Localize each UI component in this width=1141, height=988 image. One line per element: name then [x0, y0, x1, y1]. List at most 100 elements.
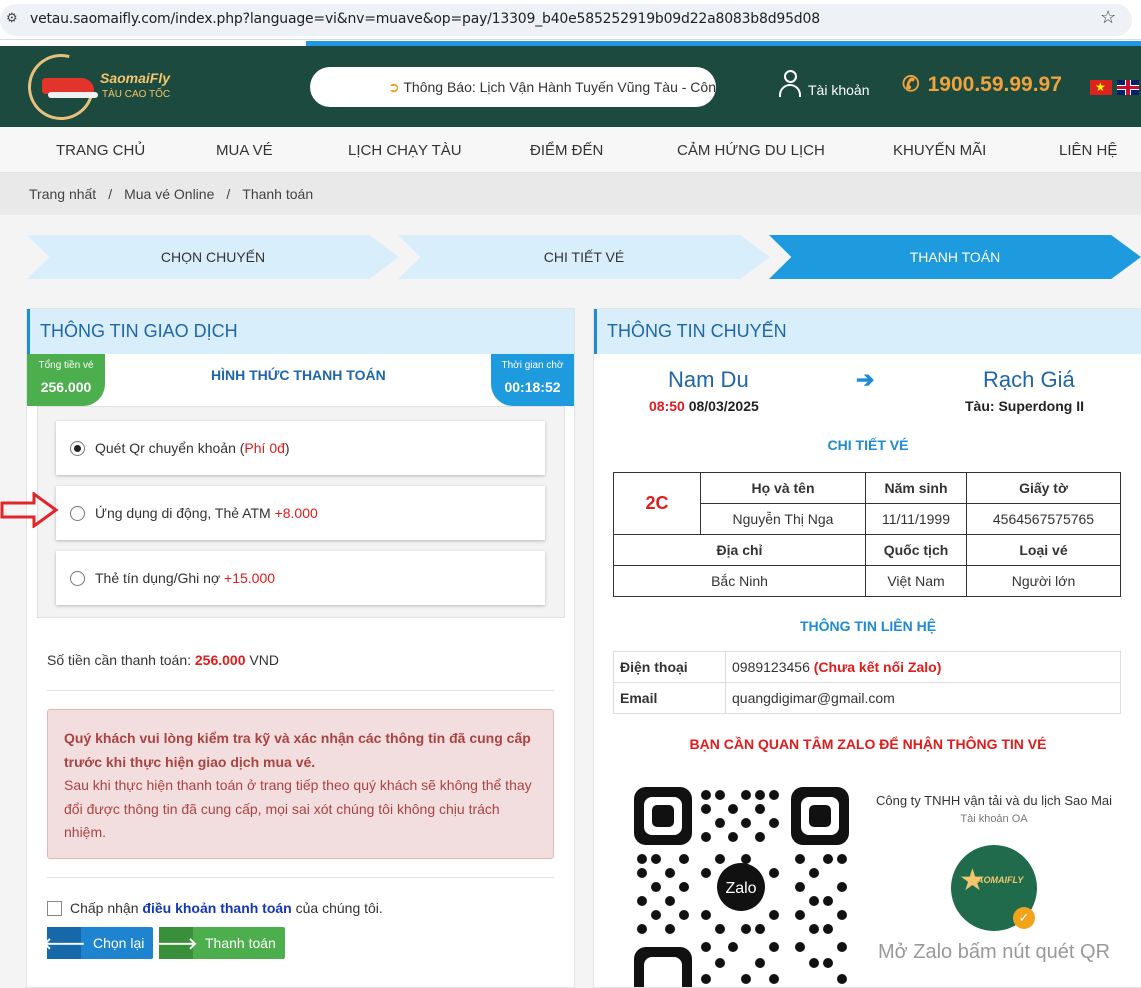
option-mobile-atm[interactable]: Ứng dụng di động, Thẻ ATM +8.000	[56, 486, 545, 540]
pay-label: Thanh toán	[205, 935, 276, 951]
hotline[interactable]: ✆ 1900.59.99.97	[902, 72, 1062, 97]
option-fee: +8.000	[274, 505, 318, 521]
step-label: THANH TOÁN	[909, 249, 1001, 265]
passenger-birth: 11/11/1999	[865, 503, 967, 535]
flag-uk-icon[interactable]	[1117, 80, 1139, 95]
account-label: Tài khoản	[808, 82, 870, 98]
zalo-follow-note: BẠN CẦN QUAN TÂM ZALO ĐỂ NHẬN THÔNG TIN …	[689, 736, 1047, 752]
divider	[47, 877, 554, 878]
nav-destinations[interactable]: ĐIỂM ĐẾN	[530, 142, 603, 159]
radio-qr[interactable]	[70, 441, 85, 456]
nav-promotions[interactable]: KHUYẾN MÃI	[893, 142, 986, 159]
radio-credit-card[interactable]	[70, 571, 85, 586]
terms-link[interactable]: điều khoản thanh toán	[142, 900, 291, 916]
ship-name: Tàu: Superdong II	[965, 398, 1084, 414]
step-choose-trip: CHỌN CHUYẾN	[27, 235, 399, 279]
passenger-document: 4564567575765	[966, 503, 1121, 535]
warning-box: Quý khách vui lòng kiểm tra kỹ và xác nh…	[47, 709, 554, 859]
main-nav: TRANG CHỦ MUA VÉ LỊCH CHẠY TÀU ĐIỂM ĐẾN …	[0, 127, 1141, 173]
accept-post: của chúng tôi.	[291, 900, 383, 916]
total-label: Tổng tiền vé	[38, 360, 94, 371]
oa-type: Tài khoản OA	[960, 813, 1028, 825]
ticket-table: 2C Họ và tên Năm sinh Giấy tờ Nguyễn Thị…	[613, 472, 1121, 597]
url-text[interactable]: vetau.saomaifly.com/index.php?language=v…	[30, 11, 820, 27]
phone-icon: ✆	[902, 73, 920, 96]
amount-label: Số tiền cần thanh toán:	[47, 652, 195, 668]
option-close: )	[284, 440, 290, 456]
amount-due: Số tiền cần thanh toán: 256.000 VND	[47, 652, 279, 668]
accept-checkbox[interactable]	[47, 900, 62, 916]
payment-options: Quét Qr chuyển khoản (Phí 0đ) Ứng dụng d…	[37, 406, 565, 618]
accept-pre: Chấp nhận	[70, 900, 143, 916]
phone-value: 0989123456	[732, 659, 810, 675]
notice-ticker[interactable]: ➲ Thông Báo: Lịch Vận Hành Tuyến Vũng Tà…	[310, 67, 716, 107]
header-document: Giấy tờ	[966, 472, 1121, 504]
option-credit-card[interactable]: Thẻ tín dụng/Ghi nợ +15.000	[56, 551, 545, 605]
departure-date: 08/03/2025	[688, 398, 759, 414]
amount-unit: VND	[245, 652, 279, 668]
pointer-arrow-icon	[0, 492, 59, 528]
site-settings-icon[interactable]: ⚙	[6, 10, 18, 26]
email-label: Email	[613, 682, 726, 714]
breadcrumb-current: Thanh toán	[242, 186, 314, 202]
breadcrumb-buy-online[interactable]: Mua vé Online	[124, 186, 214, 202]
email-value: quangdigimar@gmail.com	[725, 682, 1121, 714]
passenger-name: Nguyễn Thị Nga	[700, 503, 866, 535]
site-logo[interactable]: SaomaiFly TÀU CAO TỐC	[15, 41, 178, 133]
bookmark-star-icon[interactable]: ☆	[1100, 7, 1116, 28]
zalo-oa-info: Công ty TNHH vận tải và du lịch Sao Mai …	[864, 793, 1124, 964]
hotline-number: 1900.59.99.97	[927, 72, 1062, 96]
arrow-right-icon: 🡒	[155, 927, 197, 959]
header-address: Địa chỉ	[613, 534, 866, 566]
contact-table: Điện thoại 0989123456 (Chưa kết nối Zalo…	[613, 651, 1121, 714]
payment-method-title: HÌNH THỨC THANH TOÁN	[211, 367, 386, 383]
trip-info-title: THÔNG TIN CHUYẾN	[594, 309, 1141, 354]
site-header: SaomaiFly TÀU CAO TỐC ➲ Thông Báo: Lịch …	[0, 41, 1141, 133]
option-fee: +15.000	[224, 570, 276, 586]
header-ticket-type: Loại vé	[966, 534, 1121, 566]
step-label: CHI TIẾT VÉ	[543, 249, 625, 265]
header-name: Họ và tên	[700, 472, 866, 504]
nav-home[interactable]: TRANG CHỦ	[56, 142, 145, 159]
total-value: 256.000	[40, 379, 92, 395]
contact-info-title: THÔNG TIN LIÊN HỆ	[799, 618, 937, 634]
passenger-nationality: Việt Nam	[865, 565, 967, 597]
step-payment: THANH TOÁN	[769, 235, 1141, 279]
total-badge: Tổng tiền vé 256.000	[27, 354, 105, 406]
nav-schedule[interactable]: LỊCH CHẠY TÀU	[348, 142, 462, 159]
divider	[47, 690, 554, 691]
passenger-address: Bắc Ninh	[613, 565, 866, 597]
route-arrow-icon: ➔	[856, 367, 875, 392]
radio-mobile-atm[interactable]	[70, 506, 85, 521]
pay-button[interactable]: 🡒 Thanh toán	[155, 927, 285, 959]
ticket-detail-title: CHI TIẾT VÉ	[827, 437, 909, 453]
nav-inspiration[interactable]: CẢM HỨNG DU LỊCH	[677, 142, 825, 159]
amount-value: 256.000	[194, 652, 246, 668]
origin: Nam Du	[668, 367, 749, 392]
zalo-qr-code[interactable]: Zalo	[634, 787, 849, 987]
zalo-status: (Chưa kết nối Zalo)	[813, 659, 942, 675]
arrow-left-icon: 🡐	[43, 927, 85, 959]
header-nationality: Quốc tịch	[865, 534, 967, 566]
warning-bold: Quý khách vui lòng kiểm tra kỹ và xác nh…	[64, 730, 531, 770]
breadcrumb-sep: /	[108, 186, 113, 202]
timer-value: 00:18:52	[504, 379, 561, 395]
breadcrumb-home[interactable]: Trang nhất	[29, 186, 96, 202]
step-label: CHỌN CHUYẾN	[160, 249, 266, 265]
back-button[interactable]: 🡐 Chọn lại	[43, 927, 153, 959]
oa-avatar: ★ SAOMAIFLY ✓	[951, 845, 1037, 931]
flag-vietnam-icon[interactable]: ★	[1090, 80, 1112, 95]
nav-contact[interactable]: LIÊN HỆ	[1059, 142, 1117, 159]
notice-text: Thông Báo: Lịch Vận Hành Tuyến Vũng Tàu …	[403, 79, 716, 95]
verified-check-icon: ✓	[1013, 907, 1035, 929]
seat-number: 2C	[613, 472, 701, 535]
nav-buy-ticket[interactable]: MUA VÉ	[216, 142, 273, 159]
destination: Rạch Giá	[983, 367, 1075, 392]
timer-label: Thời gian chờ	[501, 360, 564, 371]
header-birth: Năm sinh	[865, 472, 967, 504]
phone-label: Điện thoại	[613, 651, 726, 683]
departure-time: 08:50	[649, 398, 685, 414]
option-label: Quét Qr chuyển khoản (	[95, 440, 245, 456]
option-qr-transfer[interactable]: Quét Qr chuyển khoản (Phí 0đ)	[56, 421, 545, 475]
account-link[interactable]: Tài khoản	[778, 68, 869, 98]
